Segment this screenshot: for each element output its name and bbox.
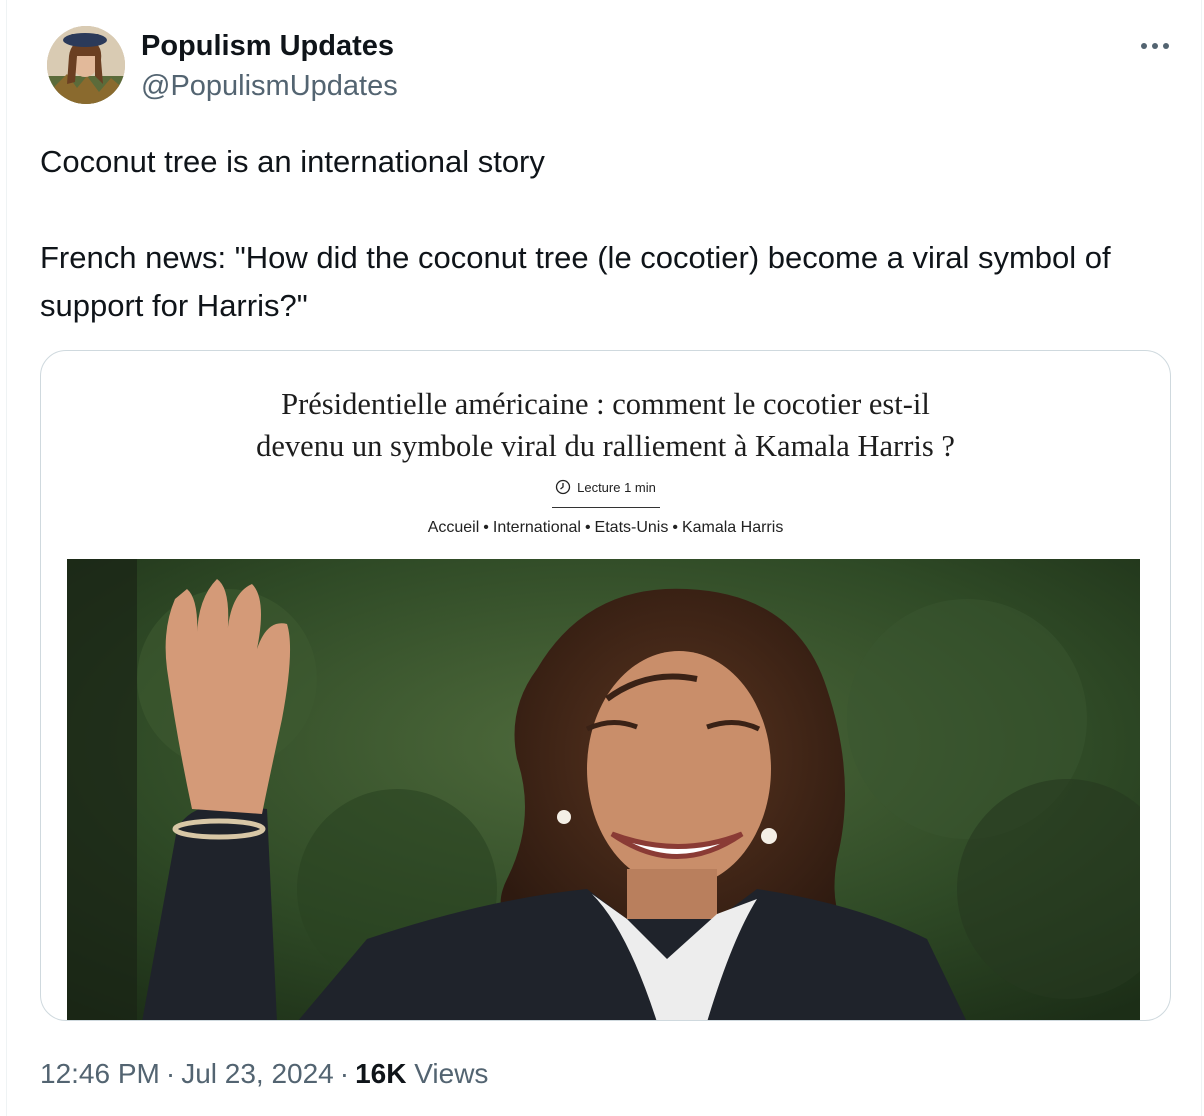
meta-separator: · <box>339 1058 350 1089</box>
breadcrumb-separator: • <box>584 519 591 536</box>
author-handle[interactable]: @PopulismUpdates <box>141 68 398 104</box>
article-headline: Présidentielle américaine : comment le c… <box>41 383 1170 467</box>
tweet-text: Coconut tree is an international story F… <box>40 138 1150 330</box>
media-card[interactable]: Présidentielle américaine : comment le c… <box>40 350 1171 1021</box>
more-horizontal-icon <box>1141 43 1169 49</box>
tweet-date[interactable]: Jul 23, 2024 <box>181 1058 334 1089</box>
avatar[interactable] <box>47 26 125 104</box>
breadcrumb: Accueil • International • Etats-Unis • Kamala … <box>41 519 1170 537</box>
article-headline-line: devenu un symbole viral du ralliement à … <box>256 429 955 463</box>
views-label: Views <box>414 1058 489 1089</box>
author-display-name[interactable]: Populism Updates <box>141 28 394 64</box>
breadcrumb-separator: • <box>672 519 678 536</box>
breadcrumb-item: Etats-Unis <box>594 519 669 536</box>
article-headline-line: Présidentielle américaine : comment le c… <box>281 387 930 421</box>
tweet-text-line: French news: "How did the coconut tree (… <box>40 240 1111 323</box>
avatar-image <box>47 26 125 104</box>
breadcrumb-separator: • <box>483 519 489 536</box>
divider <box>552 507 660 508</box>
meta-separator: · <box>165 1058 176 1089</box>
reading-time-label: Lecture 1 min <box>577 479 656 495</box>
tweet-time[interactable]: 12:46 PM <box>40 1058 160 1089</box>
reading-time: Lecture 1 min <box>41 479 1170 495</box>
clock-icon <box>555 479 571 495</box>
more-options-button[interactable] <box>1131 30 1179 62</box>
breadcrumb-item: International <box>492 519 581 536</box>
breadcrumb-item: Accueil <box>427 519 480 536</box>
article-photo-image <box>67 559 1140 1020</box>
tweet-text-line: Coconut tree is an international story <box>40 144 545 179</box>
breadcrumb-item: Kamala Harris <box>681 519 784 536</box>
views-count[interactable]: 16K <box>355 1058 406 1089</box>
tweet: Populism Updates @PopulismUpdates Coconu… <box>6 0 1202 1116</box>
tweet-meta: 12:46 PM · Jul 23, 2024 · 16K Views <box>40 1056 488 1092</box>
article-photo <box>67 559 1140 1020</box>
